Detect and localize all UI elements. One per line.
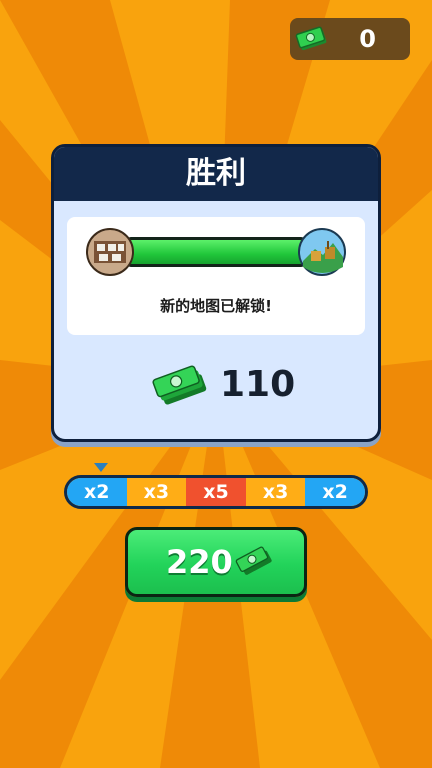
currency-value: 0	[359, 25, 376, 53]
map-unlocked-text: 新的地图已解锁!	[160, 297, 272, 315]
multiplier-segment: x2	[67, 478, 127, 506]
cash-icon	[295, 26, 327, 51]
next-map-icon	[298, 228, 346, 276]
triangle-pointer-icon	[94, 463, 108, 472]
map-progress-bar	[127, 237, 305, 267]
claim-reward-button[interactable]: 220	[125, 527, 307, 597]
multiplier-segment: x2	[305, 478, 365, 506]
victory-panel: 胜利 新的地图已解锁! 110	[51, 144, 381, 442]
cash-stack-icon	[235, 546, 272, 575]
map-progress-fill	[130, 240, 302, 264]
cash-stack-icon	[152, 365, 207, 405]
multiplier-segment: x3	[126, 478, 187, 506]
claim-value: 220	[166, 543, 233, 581]
currency-counter: 0	[290, 18, 410, 60]
multiplier-segment: x3	[245, 478, 306, 506]
multiplier-bar: x2 x3 x5 x3 x2	[64, 475, 368, 509]
reward-value: 110	[220, 364, 296, 405]
previous-map-icon	[86, 228, 134, 276]
panel-title: 胜利	[186, 156, 246, 191]
panel-header: 胜利	[54, 147, 378, 201]
map-progress-card: 新的地图已解锁!	[67, 217, 365, 335]
multiplier-segment: x5	[186, 478, 246, 506]
